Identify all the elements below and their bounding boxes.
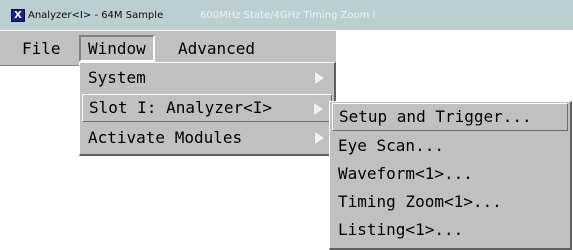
x-window-icon[interactable]: X xyxy=(11,9,25,22)
submenu-arrow-icon xyxy=(315,72,324,84)
menu-window[interactable]: Window xyxy=(79,35,155,62)
menu-item-system[interactable]: System xyxy=(82,64,332,92)
menu-item-timing-zoom[interactable]: Timing Zoom<1>... xyxy=(332,188,568,216)
submenu-arrow-icon xyxy=(314,103,323,115)
slot-submenu: Setup and Trigger... Eye Scan... Wavefor… xyxy=(329,101,572,250)
menu-item-activate-modules[interactable]: Activate Modules xyxy=(82,124,332,152)
menu-file[interactable]: File xyxy=(14,35,69,62)
menu-bar: File Window Advanced xyxy=(0,30,336,66)
menu-advanced[interactable]: Advanced xyxy=(170,35,263,62)
menu-item-waveform[interactable]: Waveform<1>... xyxy=(332,160,568,188)
window-dropdown-menu: System Slot I: Analyzer<I> Activate Modu… xyxy=(79,62,336,156)
menu-item-slot-i-analyzer[interactable]: Slot I: Analyzer<I> xyxy=(82,94,332,122)
submenu-arrow-icon xyxy=(315,132,324,144)
title-bar: X Analyzer<I> - 64M Sample 600MHz State/… xyxy=(0,0,573,30)
menu-item-label: Slot I: Analyzer<I> xyxy=(89,98,273,117)
menu-item-label: Activate Modules xyxy=(88,128,243,147)
menu-item-listing[interactable]: Listing<1>... xyxy=(332,216,568,244)
menu-item-eye-scan[interactable]: Eye Scan... xyxy=(332,132,568,160)
menu-item-setup-and-trigger[interactable]: Setup and Trigger... xyxy=(332,103,568,131)
window-subtitle: 600MHz State/4GHz Timing Zoom I xyxy=(200,10,376,21)
menu-item-label: System xyxy=(88,68,146,87)
window-title: Analyzer<I> - 64M Sample xyxy=(28,10,164,21)
